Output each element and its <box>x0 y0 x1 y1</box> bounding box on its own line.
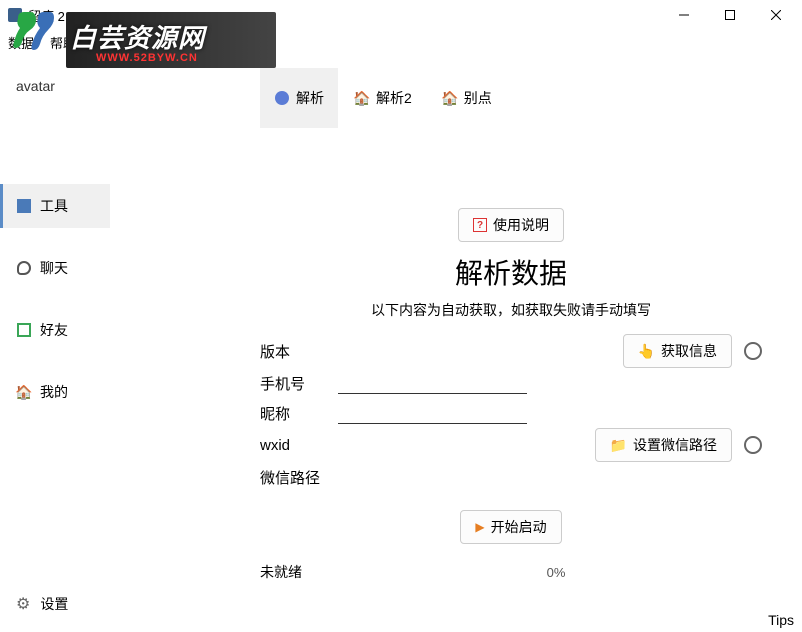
form-heading: 解析数据 <box>260 252 762 292</box>
house-icon: 🏠 <box>354 90 370 106</box>
question-icon: ? <box>473 218 487 232</box>
avatar-label: avatar <box>0 78 110 94</box>
tab-parse2[interactable]: 🏠 解析2 <box>340 68 426 128</box>
set-path-radio[interactable] <box>744 436 762 454</box>
house-icon: 🏠 <box>442 90 458 106</box>
tab-label: 别点 <box>464 88 492 108</box>
menubar: 数据 帮助 关于 <box>0 30 802 54</box>
label-nickname: 昵称 <box>260 403 338 424</box>
tab-label: 解析2 <box>376 88 412 108</box>
sidebar-item-label: 聊天 <box>40 258 68 278</box>
maximize-button[interactable] <box>708 1 752 29</box>
set-path-label: 设置微信路径 <box>633 435 717 455</box>
circle-icon <box>274 90 290 106</box>
main-panel: 解析 🏠 解析2 🏠 别点 ? 使用说明 解析数据 以下内容为自动获取，如获取失… <box>110 54 802 632</box>
label-wxid: wxid <box>260 437 338 454</box>
chat-icon <box>16 260 32 276</box>
window-controls <box>662 1 798 29</box>
instructions-button[interactable]: ? 使用说明 <box>458 208 564 242</box>
gear-icon: ⚙ <box>16 594 30 614</box>
tab-dont-click[interactable]: 🏠 别点 <box>428 68 506 128</box>
nickname-input[interactable] <box>338 403 527 424</box>
sidebar-settings-label: 设置 <box>40 594 68 614</box>
sidebar-settings[interactable]: ⚙ 设置 <box>0 584 110 624</box>
sidebar-item-chat[interactable]: 聊天 <box>0 246 110 290</box>
progress-text: 0% <box>350 565 762 580</box>
menu-about[interactable]: 关于 <box>92 33 118 52</box>
folder-icon: 📁 <box>610 437 627 454</box>
tab-label: 解析 <box>296 88 324 108</box>
tabs: 解析 🏠 解析2 🏠 别点 <box>110 54 802 128</box>
sidebar-item-my[interactable]: 🏠 我的 <box>0 370 110 414</box>
sidebar-item-tool[interactable]: 工具 <box>0 184 110 228</box>
menu-data[interactable]: 数据 <box>8 33 34 52</box>
play-icon: ▶ <box>475 520 484 534</box>
form-subheading: 以下内容为自动获取，如获取失败请手动填写 <box>260 300 762 320</box>
fingerprint-icon: 👆 <box>638 343 655 360</box>
sidebar-item-friend[interactable]: 好友 <box>0 308 110 352</box>
phone-input[interactable] <box>338 373 527 394</box>
sidebar-item-label: 工具 <box>40 196 68 216</box>
tool-icon <box>16 198 32 214</box>
label-phone: 手机号 <box>260 373 338 394</box>
status-label: 未就绪 <box>260 562 350 582</box>
close-button[interactable] <box>754 1 798 29</box>
tips-label[interactable]: Tips <box>768 612 794 628</box>
start-button[interactable]: ▶ 开始启动 <box>460 510 561 544</box>
get-info-label: 获取信息 <box>661 341 717 361</box>
start-label: 开始启动 <box>491 517 547 537</box>
window-title: 留痕 2.0.13 <box>28 6 94 25</box>
menu-help[interactable]: 帮助 <box>50 33 76 52</box>
home-icon: 🏠 <box>16 384 32 400</box>
tab-parse[interactable]: 解析 <box>260 68 338 128</box>
titlebar: 留痕 2.0.13 <box>0 0 802 30</box>
label-wxpath: 微信路径 <box>260 467 338 488</box>
label-version: 版本 <box>260 341 338 362</box>
sidebar-item-label: 我的 <box>40 382 68 402</box>
set-path-button[interactable]: 📁 设置微信路径 <box>595 428 732 462</box>
minimize-button[interactable] <box>662 1 706 29</box>
sidebar: avatar 工具 聊天 好友 🏠 我的 ⚙ 设置 <box>0 54 110 632</box>
get-info-radio[interactable] <box>744 342 762 360</box>
friend-icon <box>16 322 32 338</box>
app-icon <box>8 8 22 22</box>
instructions-label: 使用说明 <box>493 215 549 235</box>
get-info-button[interactable]: 👆 获取信息 <box>623 334 732 368</box>
sidebar-item-label: 好友 <box>40 320 68 340</box>
